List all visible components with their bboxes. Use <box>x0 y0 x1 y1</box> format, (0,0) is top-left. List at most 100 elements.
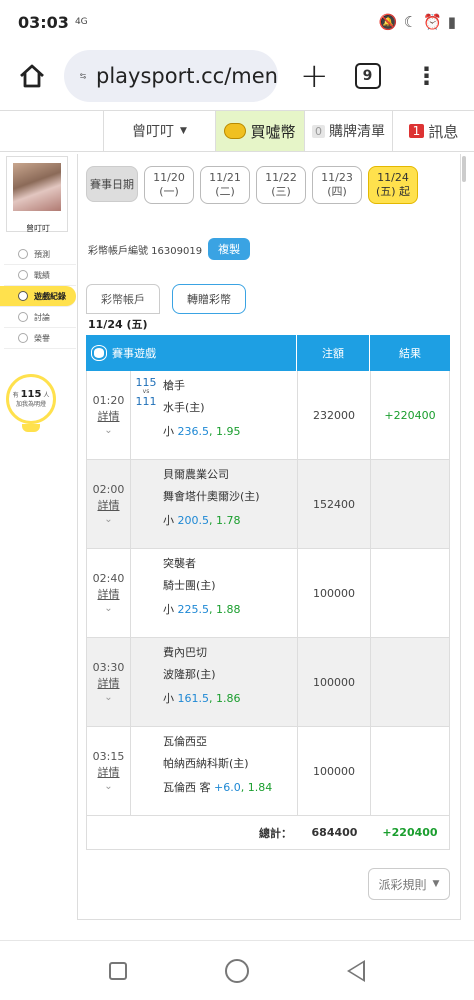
chevron-down-icon[interactable]: ⌄ <box>104 781 112 792</box>
sidebar-item-honor[interactable]: 榮譽 <box>4 328 76 349</box>
discuss-icon <box>18 312 28 322</box>
buy-coins-label: 買噓幣 <box>250 122 296 141</box>
header-bet: 注額 <box>297 335 370 371</box>
recent-apps-button[interactable] <box>109 961 127 980</box>
header-game: 賽事遊戲 <box>112 347 156 360</box>
chevron-down-icon[interactable]: ⌄ <box>104 692 112 703</box>
detail-link[interactable]: 詳情 <box>98 764 120 780</box>
address-bar[interactable]: playsport.cc/men <box>64 50 278 102</box>
table-row: 03:30 詳情 ⌄ 費內巴切 波隆那(主) 小 161.5, 1.86 100… <box>86 638 450 727</box>
sidebar-item-record[interactable]: 戰績 <box>4 265 76 286</box>
sidebar-item-predict[interactable]: 預測 <box>4 244 76 265</box>
home-icon <box>20 64 44 88</box>
profile-name: 曾叮叮 <box>26 224 50 233</box>
home-nav-button[interactable] <box>225 958 249 983</box>
status-time: 03:03 <box>18 12 69 32</box>
bet-pick: 小 225.5, 1.88 <box>163 603 241 616</box>
buy-coins-button[interactable]: 買噓幣 <box>216 111 304 151</box>
date-selector: 賽事日期 11/20 (一) 11/21 (二) 11/22 (三) 11/23 (四)… <box>86 166 418 204</box>
date-tab-1122[interactable]: 11/22 (三) <box>256 166 306 204</box>
bet-result <box>371 638 449 726</box>
sidebar-item-game-record[interactable]: 遊戲紀錄 <box>0 286 76 307</box>
cart-label: 購牌清單 <box>329 124 385 140</box>
date-tab-1124[interactable]: 11/24 (五) 起 <box>368 166 418 204</box>
record-icon <box>18 270 28 280</box>
new-tab-button[interactable]: + <box>300 59 329 93</box>
date-tab-1123[interactable]: 11/23 (四) <box>312 166 362 204</box>
caret-down-icon: ▼ <box>180 126 187 136</box>
bet-amount: 232000 <box>298 371 371 459</box>
team-home: 波隆那(主) <box>163 668 216 681</box>
tab-switcher-button[interactable]: 9 <box>354 63 381 89</box>
user-name: 曾叮叮 <box>132 124 175 140</box>
tab-transfer-coins[interactable]: 轉贈彩幣 <box>172 284 246 314</box>
tab-coin-account[interactable]: 彩幣帳戶 <box>86 284 160 314</box>
payout-rules-button[interactable]: 派彩規則 ▼ <box>368 868 450 900</box>
bet-pick: 小 236.5, 1.95 <box>163 425 241 438</box>
honor-icon <box>18 333 28 343</box>
chevron-down-icon[interactable]: ⌄ <box>104 514 112 525</box>
team-away: 突襲者 <box>163 557 196 570</box>
detail-link[interactable]: 詳情 <box>98 675 120 691</box>
scrollbar[interactable] <box>462 156 466 182</box>
moon-icon: ☾ <box>403 13 418 31</box>
game-time: 03:30 <box>92 661 125 674</box>
follower-bulb[interactable]: 有 115 人 加我為明燈 <box>6 374 56 424</box>
game-record-panel: 賽事日期 11/20 (一) 11/21 (二) 11/22 (三) 11/23 (四)… <box>77 154 461 920</box>
follower-text: 加我為明燈 <box>15 401 46 409</box>
bet-pick: 小 161.5, 1.86 <box>163 692 241 705</box>
team-away: 費內巴切 <box>163 646 207 659</box>
bet-amount: 100000 <box>298 727 371 815</box>
game-record-icon <box>18 291 28 301</box>
avatar <box>13 163 61 211</box>
profile-card[interactable]: 曾叮叮 <box>6 156 68 233</box>
chevron-down-icon[interactable]: ⌄ <box>104 603 112 614</box>
table-row: 03:15 詳情 ⌄ 瓦倫西亞 帕納西納科斯(主) 瓦倫西 客 +6.0, 1.… <box>86 727 450 816</box>
detail-link[interactable]: 詳情 <box>98 586 120 602</box>
team-home: 水手(主) <box>163 401 205 414</box>
detail-link[interactable]: 詳情 <box>98 497 120 513</box>
table-row: 01:20 詳情 ⌄ 115 vs 111 槍手 水手(主) 小 236.5, … <box>86 371 450 460</box>
team-home: 騎士團(主) <box>163 579 216 592</box>
account-info: 彩幣帳戶編號 16309019 複製 <box>88 238 251 260</box>
home-button[interactable] <box>14 58 50 94</box>
user-menu[interactable]: 曾叮叮 ▼ <box>104 111 216 151</box>
team-home: 舞會塔什奧爾沙(主) <box>163 490 260 503</box>
copy-button[interactable]: 複製 <box>208 238 251 260</box>
table-row: 02:00 詳情 ⌄ 貝爾農業公司 舞會塔什奧爾沙(主) 小 200.5, 1.… <box>86 460 450 549</box>
payout-rules-label: 派彩規則 <box>378 877 427 892</box>
url-text: playsport.cc/men <box>96 64 278 88</box>
chevron-down-icon[interactable]: ⌄ <box>104 425 112 436</box>
cart-button[interactable]: 0 購牌清單 <box>304 111 392 151</box>
sidebar-item-discuss[interactable]: 討論 <box>4 307 76 328</box>
database-icon <box>92 346 106 360</box>
cart-count-badge: 0 <box>312 124 325 138</box>
date-tab-1121[interactable]: 11/21 (二) <box>200 166 250 204</box>
game-time: 03:15 <box>92 750 125 763</box>
messages-button[interactable]: 1 訊息 <box>392 111 474 151</box>
date-label: 賽事日期 <box>86 166 138 202</box>
chevron-down-icon: ▼ <box>432 879 440 889</box>
bet-result: +220400 <box>384 408 436 422</box>
total-label: 總計： <box>259 826 292 840</box>
game-time: 02:40 <box>92 572 125 585</box>
messages-label: 訊息 <box>428 122 459 141</box>
team-away: 貝爾農業公司 <box>163 468 229 481</box>
bet-result <box>371 549 449 637</box>
bulb-icon <box>22 424 40 432</box>
profile-sidebar: 曾叮叮 預測 戰績 遊戲紀錄 討論 榮譽 有 115 人 加我為明燈 <box>0 152 76 932</box>
more-menu-button[interactable]: ⋮ <box>415 64 439 88</box>
sidebar-menu: 預測 戰績 遊戲紀錄 討論 榮譽 <box>0 244 76 349</box>
total-bet: 684400 <box>311 826 358 839</box>
site-settings-icon <box>80 73 86 79</box>
back-button[interactable] <box>347 959 365 982</box>
detail-link[interactable]: 詳情 <box>98 408 120 424</box>
team-away: 瓦倫西亞 <box>163 735 207 748</box>
bet-result <box>371 460 449 548</box>
score-box: 115 vs 111 <box>135 376 157 408</box>
bet-pick: 瓦倫西 客 +6.0, 1.84 <box>163 781 273 794</box>
date-tab-1120[interactable]: 11/20 (一) <box>144 166 194 204</box>
site-nav: 曾叮叮 ▼ 買噓幣 0 購牌清單 1 訊息 <box>0 110 474 152</box>
message-count-badge: 1 <box>408 124 425 138</box>
system-nav-bar <box>0 940 474 1000</box>
